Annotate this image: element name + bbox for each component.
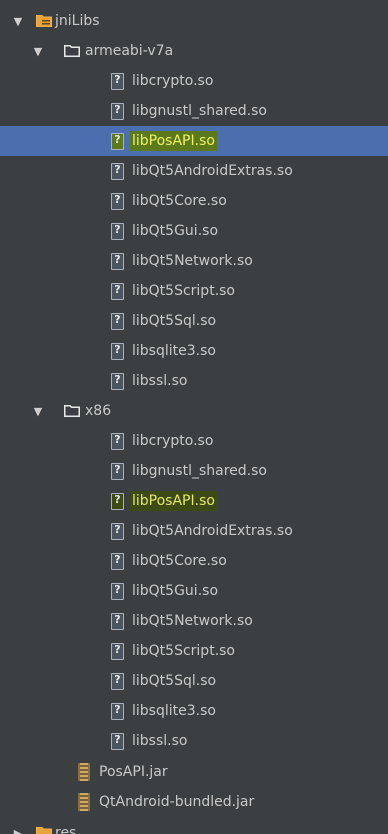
tree-node-jar[interactable]: PosAPI.jar bbox=[0, 757, 388, 787]
tree-node-file-selected[interactable]: libPosAPI.so bbox=[0, 126, 388, 156]
jar-file-icon bbox=[78, 793, 90, 811]
tree-node-file[interactable]: libQt5Script.so bbox=[0, 636, 388, 666]
unknown-file-icon bbox=[111, 312, 124, 330]
unknown-file-icon bbox=[111, 252, 124, 270]
file-label: libPosAPI.so bbox=[130, 491, 217, 511]
file-label: libsqlite3.so bbox=[132, 703, 216, 719]
unknown-file-icon bbox=[111, 732, 124, 750]
resource-folder-icon bbox=[36, 827, 52, 834]
unknown-file-icon bbox=[111, 72, 124, 90]
tree-node-file[interactable]: libQt5Core.so bbox=[0, 546, 388, 576]
tree-node-file[interactable]: libQt5Script.so bbox=[0, 276, 388, 306]
tree-node-file[interactable]: libQt5Core.so bbox=[0, 186, 388, 216]
file-label: libQt5Script.so bbox=[132, 283, 235, 299]
expand-arrow-icon[interactable]: ▼ bbox=[30, 36, 46, 66]
unknown-file-icon bbox=[111, 282, 124, 300]
file-label: QtAndroid-bundled.jar bbox=[99, 794, 255, 810]
tree-node-file[interactable]: libgnustl_shared.so bbox=[0, 456, 388, 486]
file-label: libQt5Sql.so bbox=[132, 313, 217, 329]
tree-node-file[interactable]: libQt5Gui.so bbox=[0, 216, 388, 246]
unknown-file-icon bbox=[111, 672, 124, 690]
file-label: libcrypto.so bbox=[132, 73, 214, 89]
jar-file-icon bbox=[78, 763, 90, 781]
folder-label: armeabi-v7a bbox=[85, 43, 174, 59]
tree-node-file[interactable]: libcrypto.so bbox=[0, 66, 388, 96]
collapse-arrow-icon[interactable]: ▶ bbox=[10, 818, 26, 834]
unknown-file-icon bbox=[111, 552, 124, 570]
tree-node-file[interactable]: libQt5Gui.so bbox=[0, 576, 388, 606]
unknown-file-icon bbox=[111, 342, 124, 360]
tree-node-file[interactable]: libQt5Network.so bbox=[0, 606, 388, 636]
project-tree: ▼ jniLibs ▼ armeabi-v7a libcrypto.so lib… bbox=[0, 0, 388, 834]
unknown-file-icon bbox=[111, 702, 124, 720]
tree-node-file[interactable]: libgnustl_shared.so bbox=[0, 96, 388, 126]
tree-node-file[interactable]: libssl.so bbox=[0, 366, 388, 396]
tree-node-x86[interactable]: ▼ x86 bbox=[0, 396, 388, 426]
folder-label: x86 bbox=[85, 403, 112, 419]
file-label: libQt5Network.so bbox=[132, 613, 253, 629]
tree-node-file[interactable]: libsqlite3.so bbox=[0, 696, 388, 726]
unknown-file-icon bbox=[111, 492, 124, 510]
file-label: libQt5Core.so bbox=[132, 193, 227, 209]
unknown-file-icon bbox=[111, 162, 124, 180]
tree-node-file[interactable]: libQt5Sql.so bbox=[0, 306, 388, 336]
unknown-file-icon bbox=[111, 192, 124, 210]
tree-node-file[interactable]: libQt5Network.so bbox=[0, 246, 388, 276]
tree-node-armeabi-v7a[interactable]: ▼ armeabi-v7a bbox=[0, 36, 388, 66]
unknown-file-icon bbox=[111, 612, 124, 630]
folder-label: jniLibs bbox=[55, 13, 100, 29]
tree-node-file[interactable]: libQt5Sql.so bbox=[0, 666, 388, 696]
file-label: libQt5AndroidExtras.so bbox=[132, 523, 293, 539]
unknown-file-icon bbox=[111, 642, 124, 660]
tree-node-jar[interactable]: QtAndroid-bundled.jar bbox=[0, 787, 388, 817]
unknown-file-icon bbox=[111, 222, 124, 240]
file-label: libQt5Sql.so bbox=[132, 673, 217, 689]
file-label: libssl.so bbox=[132, 373, 188, 389]
tree-node-jnilibs[interactable]: ▼ jniLibs bbox=[0, 6, 388, 36]
file-label: libQt5Network.so bbox=[132, 253, 253, 269]
tree-node-file[interactable]: libcrypto.so bbox=[0, 426, 388, 456]
tree-node-file[interactable]: libsqlite3.so bbox=[0, 336, 388, 366]
unknown-file-icon bbox=[111, 462, 124, 480]
file-label: libQt5AndroidExtras.so bbox=[132, 163, 293, 179]
file-label: libcrypto.so bbox=[132, 433, 214, 449]
file-label: PosAPI.jar bbox=[99, 764, 168, 780]
tree-node-res[interactable]: ▶ res bbox=[0, 818, 388, 834]
file-label: libgnustl_shared.so bbox=[132, 103, 267, 119]
folder-label: res bbox=[55, 825, 77, 834]
tree-node-file[interactable]: libQt5AndroidExtras.so bbox=[0, 156, 388, 186]
file-label: libssl.so bbox=[132, 733, 188, 749]
unknown-file-icon bbox=[111, 372, 124, 390]
resource-folder-icon bbox=[36, 15, 52, 27]
file-label: libQt5Gui.so bbox=[132, 583, 219, 599]
unknown-file-icon bbox=[111, 582, 124, 600]
folder-icon bbox=[64, 45, 80, 57]
file-label: libQt5Script.so bbox=[132, 643, 235, 659]
folder-icon bbox=[64, 405, 80, 417]
unknown-file-icon bbox=[111, 132, 124, 150]
tree-node-file[interactable]: libQt5AndroidExtras.so bbox=[0, 516, 388, 546]
file-label: libPosAPI.so bbox=[130, 131, 217, 151]
file-label: libgnustl_shared.so bbox=[132, 463, 267, 479]
file-label: libsqlite3.so bbox=[132, 343, 216, 359]
unknown-file-icon bbox=[111, 432, 124, 450]
file-label: libQt5Core.so bbox=[132, 553, 227, 569]
tree-node-file[interactable]: libPosAPI.so bbox=[0, 486, 388, 516]
tree-node-file[interactable]: libssl.so bbox=[0, 726, 388, 756]
expand-arrow-icon[interactable]: ▼ bbox=[30, 396, 46, 426]
file-label: libQt5Gui.so bbox=[132, 223, 219, 239]
expand-arrow-icon[interactable]: ▼ bbox=[10, 6, 26, 36]
unknown-file-icon bbox=[111, 102, 124, 120]
unknown-file-icon bbox=[111, 522, 124, 540]
